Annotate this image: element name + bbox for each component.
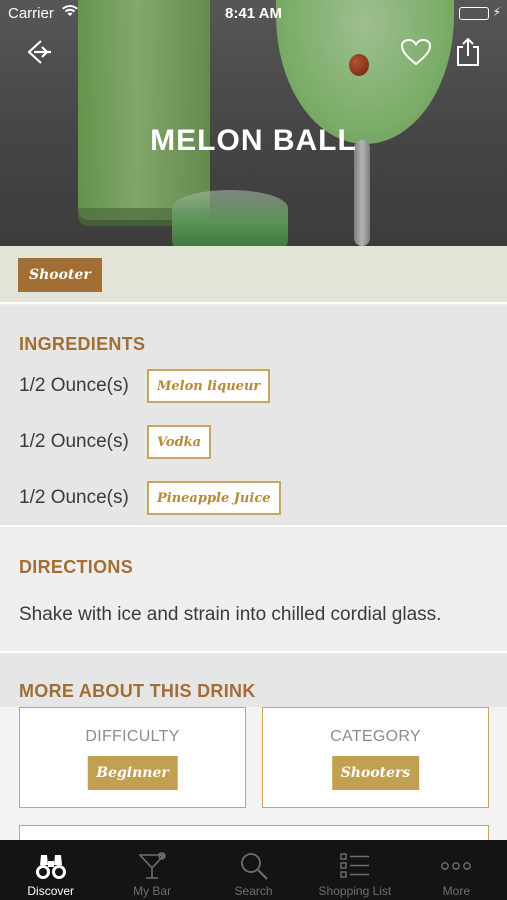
difficulty-label: DIFFICULTY (85, 728, 180, 745)
status-bar: Carrier 8:41 AM ⚡ (0, 0, 507, 28)
list-icon (339, 848, 371, 884)
tab-discover[interactable]: Discover (0, 840, 101, 900)
ingredients-section: INGREDIENTS 1/2 Ounce(s) Melon liqueur 1… (0, 306, 507, 527)
share-icon (457, 37, 479, 66)
share-button[interactable] (450, 34, 486, 70)
tab-my-bar[interactable]: My Bar (101, 840, 202, 900)
charging-icon: ⚡ (492, 5, 501, 19)
hero-image: Carrier 8:41 AM ⚡ MELON BALL (0, 0, 507, 246)
ingredient-quantity: 1/2 Ounce(s) (19, 375, 129, 396)
ingredient-quantity: 1/2 Ounce(s) (19, 487, 129, 508)
more-about-section: MORE ABOUT THIS DRINK DIFFICULTY Beginne… (0, 655, 507, 865)
category-card: CATEGORY Shooters (262, 707, 489, 808)
directions-title: DIRECTIONS (19, 557, 134, 577)
battery-icon (459, 7, 489, 20)
tab-bar: Discover My Bar Search Shopping List Mor… (0, 840, 507, 900)
tab-shopping-list[interactable]: Shopping List (304, 840, 405, 900)
category-label: CATEGORY (330, 728, 421, 745)
favorite-button[interactable] (398, 34, 434, 70)
directions-section: DIRECTIONS Shake with ice and strain int… (0, 529, 507, 653)
difficulty-card: DIFFICULTY Beginner (19, 707, 246, 808)
search-icon (239, 848, 269, 884)
drink-title: MELON BALL (150, 124, 357, 157)
tab-label: Search (234, 884, 273, 898)
ingredient-quantity: 1/2 Ounce(s) (19, 431, 129, 452)
ingredient-link[interactable]: Pineapple Juice (147, 481, 281, 515)
tab-more[interactable]: More (406, 840, 507, 900)
tab-search[interactable]: Search (203, 840, 304, 900)
heart-icon (400, 38, 432, 66)
category-value[interactable]: Shooters (331, 756, 420, 790)
ingredient-row: 1/2 Ounce(s) Melon liqueur (19, 369, 271, 403)
more-icon (440, 848, 472, 884)
directions-text: Shake with ice and strain into chilled c… (19, 604, 442, 625)
tab-label: My Bar (133, 884, 172, 898)
binoculars-icon (35, 848, 67, 884)
back-button[interactable] (22, 34, 58, 70)
difficulty-value[interactable]: Beginner (87, 756, 178, 790)
ingredient-row: 1/2 Ounce(s) Vodka (19, 425, 212, 459)
ingredient-link[interactable]: Melon liqueur (147, 369, 271, 403)
tab-label: Shopping List (318, 884, 392, 898)
more-about-header: MORE ABOUT THIS DRINK (0, 655, 507, 707)
ingredient-link[interactable]: Vodka (147, 425, 212, 459)
clock: 8:41 AM (225, 5, 282, 22)
tab-label: More (442, 884, 470, 898)
more-about-title: MORE ABOUT THIS DRINK (19, 681, 256, 701)
ingredient-row: 1/2 Ounce(s) Pineapple Juice (19, 481, 281, 515)
ingredients-title: INGREDIENTS (19, 334, 146, 354)
cocktail-icon (137, 848, 167, 884)
back-icon (27, 40, 51, 64)
tab-label: Discover (27, 884, 75, 898)
tag-bar: Shooter (0, 246, 507, 304)
tag-shooter[interactable]: Shooter (18, 258, 102, 292)
